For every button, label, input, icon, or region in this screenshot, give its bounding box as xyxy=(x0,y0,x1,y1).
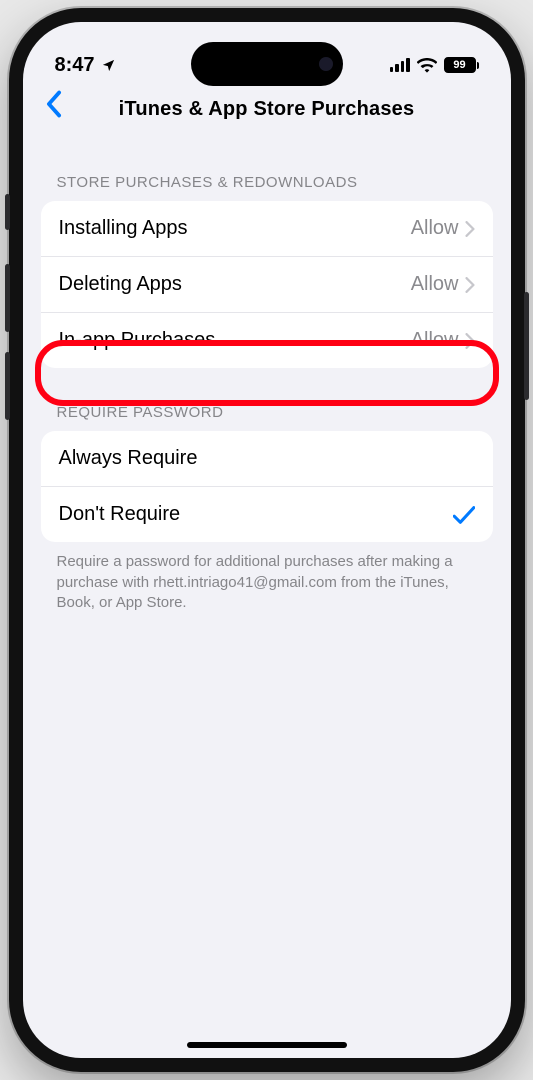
home-indicator[interactable] xyxy=(187,1042,347,1048)
wifi-icon xyxy=(417,58,437,73)
row-in-app-purchases[interactable]: In-app Purchases Allow xyxy=(41,312,493,368)
back-button[interactable] xyxy=(45,90,63,118)
location-icon xyxy=(101,58,116,73)
row-label: Always Require xyxy=(59,447,198,470)
battery-icon: 99 xyxy=(444,57,479,73)
row-dont-require[interactable]: Don't Require xyxy=(41,486,493,542)
phone-frame: 8:47 99 iTunes & App Store Purcha xyxy=(9,8,525,1072)
status-bar: 8:47 99 xyxy=(23,22,511,86)
section-header-purchases: STORE PURCHASES & REDOWNLOADS xyxy=(41,138,493,201)
section-footer: Require a password for additional purcha… xyxy=(41,542,493,614)
group-purchases: Installing Apps Allow Deleting Apps Allo… xyxy=(41,201,493,368)
nav-bar: iTunes & App Store Purchases xyxy=(23,86,511,138)
row-label: Deleting Apps xyxy=(59,273,182,296)
screen: 8:47 99 iTunes & App Store Purcha xyxy=(23,22,511,1058)
row-label: Installing Apps xyxy=(59,217,188,240)
row-value: Allow xyxy=(411,217,459,240)
section-header-password: REQUIRE PASSWORD xyxy=(41,368,493,431)
row-value: Allow xyxy=(411,329,459,352)
chevron-left-icon xyxy=(45,90,63,118)
row-always-require[interactable]: Always Require xyxy=(41,431,493,486)
row-value: Allow xyxy=(411,273,459,296)
checkmark-icon xyxy=(453,505,475,525)
row-deleting-apps[interactable]: Deleting Apps Allow xyxy=(41,256,493,312)
cell-signal-icon xyxy=(390,58,410,72)
page-title: iTunes & App Store Purchases xyxy=(119,98,415,121)
group-password: Always Require Don't Require xyxy=(41,431,493,542)
chevron-right-icon xyxy=(465,333,475,349)
status-time: 8:47 xyxy=(55,54,95,77)
row-installing-apps[interactable]: Installing Apps Allow xyxy=(41,201,493,256)
row-label: Don't Require xyxy=(59,503,181,526)
row-label: In-app Purchases xyxy=(59,329,216,352)
chevron-right-icon xyxy=(465,277,475,293)
chevron-right-icon xyxy=(465,221,475,237)
battery-percent: 99 xyxy=(444,57,476,73)
content: STORE PURCHASES & REDOWNLOADS Installing… xyxy=(23,138,511,614)
